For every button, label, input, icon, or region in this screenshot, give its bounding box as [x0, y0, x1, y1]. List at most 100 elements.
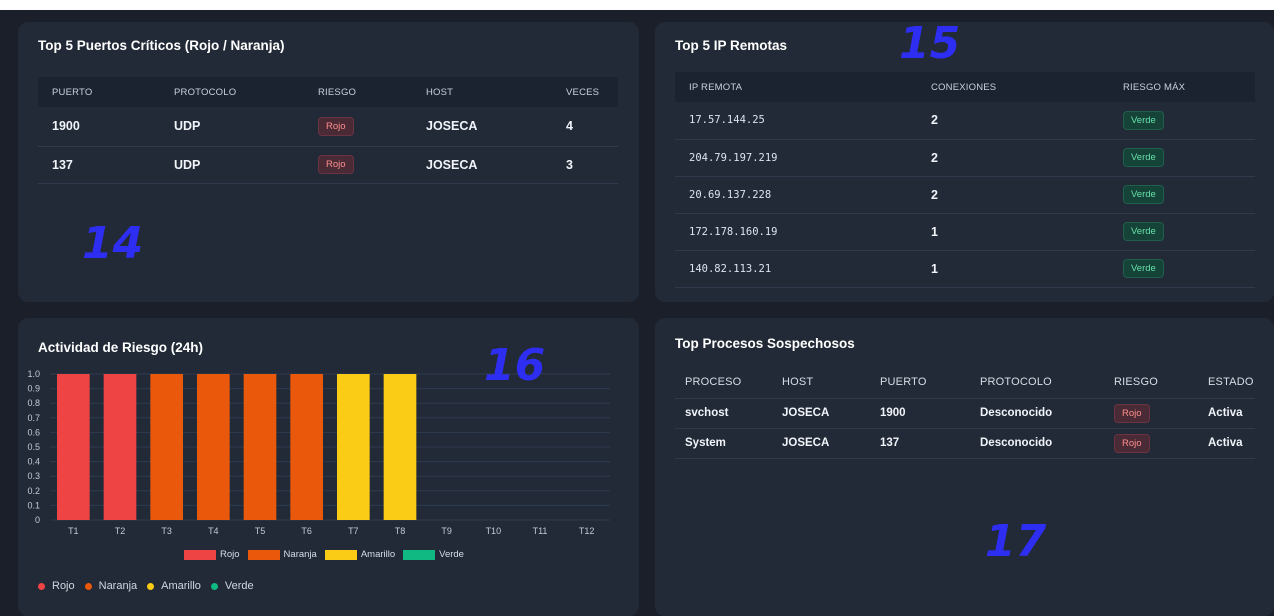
y-tick-label: 1.0 — [27, 369, 40, 379]
col-header-proceso[interactable]: PROCESO — [675, 366, 772, 399]
legend-label[interactable]: Naranja — [284, 549, 317, 560]
bar-rojo-t1 — [57, 374, 90, 520]
card-actividad-riesgo: Actividad de Riesgo (24h) 0 0.1 0.2 0.3 0.4 0… — [18, 318, 639, 616]
legend-dot-icon — [84, 582, 92, 590]
status-badge: Rojo — [1114, 403, 1150, 423]
cell-puerto: 1900 — [870, 398, 970, 429]
bar-naranja-t6 — [290, 374, 323, 520]
risk-activity-chart: 0 0.1 0.2 0.3 0.4 0.5 0.6 0.7 0.8 0.9 1.0 T1 T2 T3 T4 T… — [27, 369, 610, 536]
card-title: Top 5 IP Remotas — [675, 38, 788, 53]
cell-protocolo: Desconocido — [970, 428, 1104, 459]
col-header-puerto[interactable]: PUERTO — [870, 366, 970, 399]
card-title: Top 5 Puertos Críticos (Rojo / Naranja) — [38, 38, 285, 53]
legend-swatch — [324, 549, 357, 560]
legend-dot-icon — [147, 582, 155, 590]
bar-amarillo-t8 — [383, 374, 417, 520]
cell-protocolo: Desconocido — [970, 398, 1104, 429]
col-header-estado[interactable]: ESTADO — [1198, 366, 1255, 399]
cell-ip: 20.69.137.228 — [675, 176, 917, 214]
cell-puerto: 137 — [870, 428, 970, 459]
card-top-puertos: Top 5 Puertos Críticos (Rojo / Naranja) … — [18, 22, 639, 302]
y-tick-label: 0.1 — [27, 500, 40, 510]
table-row[interactable]: 140.82.113.21 1 Verde — [675, 250, 1255, 288]
cell-ip: 17.57.144.25 — [675, 102, 917, 140]
legend-label[interactable]: Rojo — [220, 549, 240, 560]
status-badge: Verde — [1123, 222, 1164, 241]
x-tick-label: T6 — [301, 526, 312, 536]
table-row[interactable]: 1900 UDP Rojo JOSECA 4 — [38, 107, 618, 147]
table-row[interactable]: System JOSECA 137 Desconocido Rojo Activ… — [675, 428, 1255, 459]
bar-naranja-t3 — [150, 374, 183, 520]
legend-label: Verde — [224, 580, 254, 592]
x-tick-label: T10 — [486, 526, 502, 536]
puertos-table: PUERTO PROTOCOLO RIESGO HOST VECES 1900 … — [38, 77, 618, 184]
col-header-protocolo[interactable]: PROTOCOLO — [970, 366, 1104, 399]
cell-riesgo: Verde — [1109, 176, 1255, 214]
col-header-riesgo-max[interactable]: RIESGO MÁX — [1109, 72, 1255, 102]
cell-ip: 140.82.113.21 — [675, 250, 917, 288]
cell-riesgo: Rojo — [1104, 398, 1198, 429]
cell-host: JOSECA — [772, 398, 870, 429]
col-header-riesgo[interactable]: RIESGO — [1104, 366, 1198, 399]
cell-puerto: 137 — [38, 146, 160, 184]
cell-proceso: System — [675, 428, 772, 459]
col-header-protocolo[interactable]: PROTOCOLO — [160, 77, 304, 107]
cell-estado: Activa — [1198, 428, 1255, 459]
table-header-row: PROCESO HOST PUERTO PROTOCOLO RIESGO EST… — [675, 366, 1255, 399]
table-row[interactable]: 17.57.144.25 2 Verde — [675, 102, 1255, 140]
chart-title: Actividad de Riesgo (24h) — [38, 340, 204, 355]
table-row[interactable]: 204.79.197.219 2 Verde — [675, 139, 1255, 177]
col-header-veces[interactable]: VECES — [552, 77, 618, 107]
col-header-puerto[interactable]: PUERTO — [38, 77, 160, 107]
cell-estado: Activa — [1198, 398, 1255, 429]
ips-table: IP REMOTA CONEXIONES RIESGO MÁX 17.57.14… — [675, 72, 1255, 288]
y-tick-label: 0.5 — [27, 442, 40, 452]
cell-host: JOSECA — [772, 428, 870, 459]
status-badge: Verde — [1123, 185, 1164, 204]
cell-puerto: 1900 — [38, 107, 160, 147]
bar-amarillo-t7 — [337, 374, 370, 520]
legend-swatch — [247, 549, 280, 560]
legend-label[interactable]: Amarillo — [361, 549, 395, 560]
cell-ip: 204.79.197.219 — [675, 139, 917, 177]
dot-legend: Rojo Naranja Amarillo Verde — [38, 580, 264, 592]
cell-protocolo: UDP — [160, 107, 304, 147]
y-tick-label: 0.8 — [27, 398, 40, 408]
x-tick-label: T8 — [395, 526, 406, 536]
dot-legend-item: Naranja — [84, 580, 137, 592]
x-tick-label: T4 — [208, 526, 219, 536]
cell-riesgo: Rojo — [304, 146, 412, 184]
x-tick-label: T7 — [348, 526, 359, 536]
table-row[interactable]: svchost JOSECA 1900 Desconocido Rojo Act… — [675, 398, 1255, 429]
x-tick-label: T5 — [255, 526, 266, 536]
table-row[interactable]: 137 UDP Rojo JOSECA 3 — [38, 146, 618, 184]
y-tick-label: 0.4 — [27, 457, 40, 467]
table-row[interactable]: 20.69.137.228 2 Verde — [675, 176, 1255, 214]
status-badge: Verde — [1123, 259, 1164, 278]
table-header-row: IP REMOTA CONEXIONES RIESGO MÁX — [675, 72, 1255, 102]
annotation-number: 16 — [484, 340, 546, 391]
card-top-ip-remotas: Top 5 IP Remotas IP REMOTA CONEXIONES RI… — [655, 18, 1274, 302]
col-header-riesgo[interactable]: RIESGO — [304, 77, 412, 107]
table-row[interactable]: 172.178.160.19 1 Verde — [675, 213, 1255, 251]
x-tick-label: T2 — [115, 526, 126, 536]
col-header-host[interactable]: HOST — [772, 366, 870, 399]
cell-conexiones: 2 — [917, 176, 1109, 214]
legend-label[interactable]: Verde — [439, 549, 464, 560]
col-header-ip[interactable]: IP REMOTA — [675, 72, 917, 102]
bar-rojo-t2 — [103, 374, 137, 520]
cell-ip: 172.178.160.19 — [675, 213, 917, 251]
x-tick-label: T3 — [161, 526, 172, 536]
x-tick-label: T9 — [441, 526, 452, 536]
cell-riesgo: Verde — [1109, 139, 1255, 177]
legend-label: Amarillo — [161, 580, 201, 592]
annotation-number: 14 — [82, 218, 144, 269]
x-tick-label: T1 — [68, 526, 79, 536]
col-header-host[interactable]: HOST — [412, 77, 552, 107]
col-header-conexiones[interactable]: CONEXIONES — [917, 72, 1109, 102]
dot-legend-item: Amarillo — [147, 580, 201, 592]
annotation-number: 15 — [899, 18, 961, 69]
cell-host: JOSECA — [412, 107, 552, 147]
y-tick-label: 0.6 — [27, 427, 40, 437]
annotation-number: 17 — [985, 516, 1047, 567]
